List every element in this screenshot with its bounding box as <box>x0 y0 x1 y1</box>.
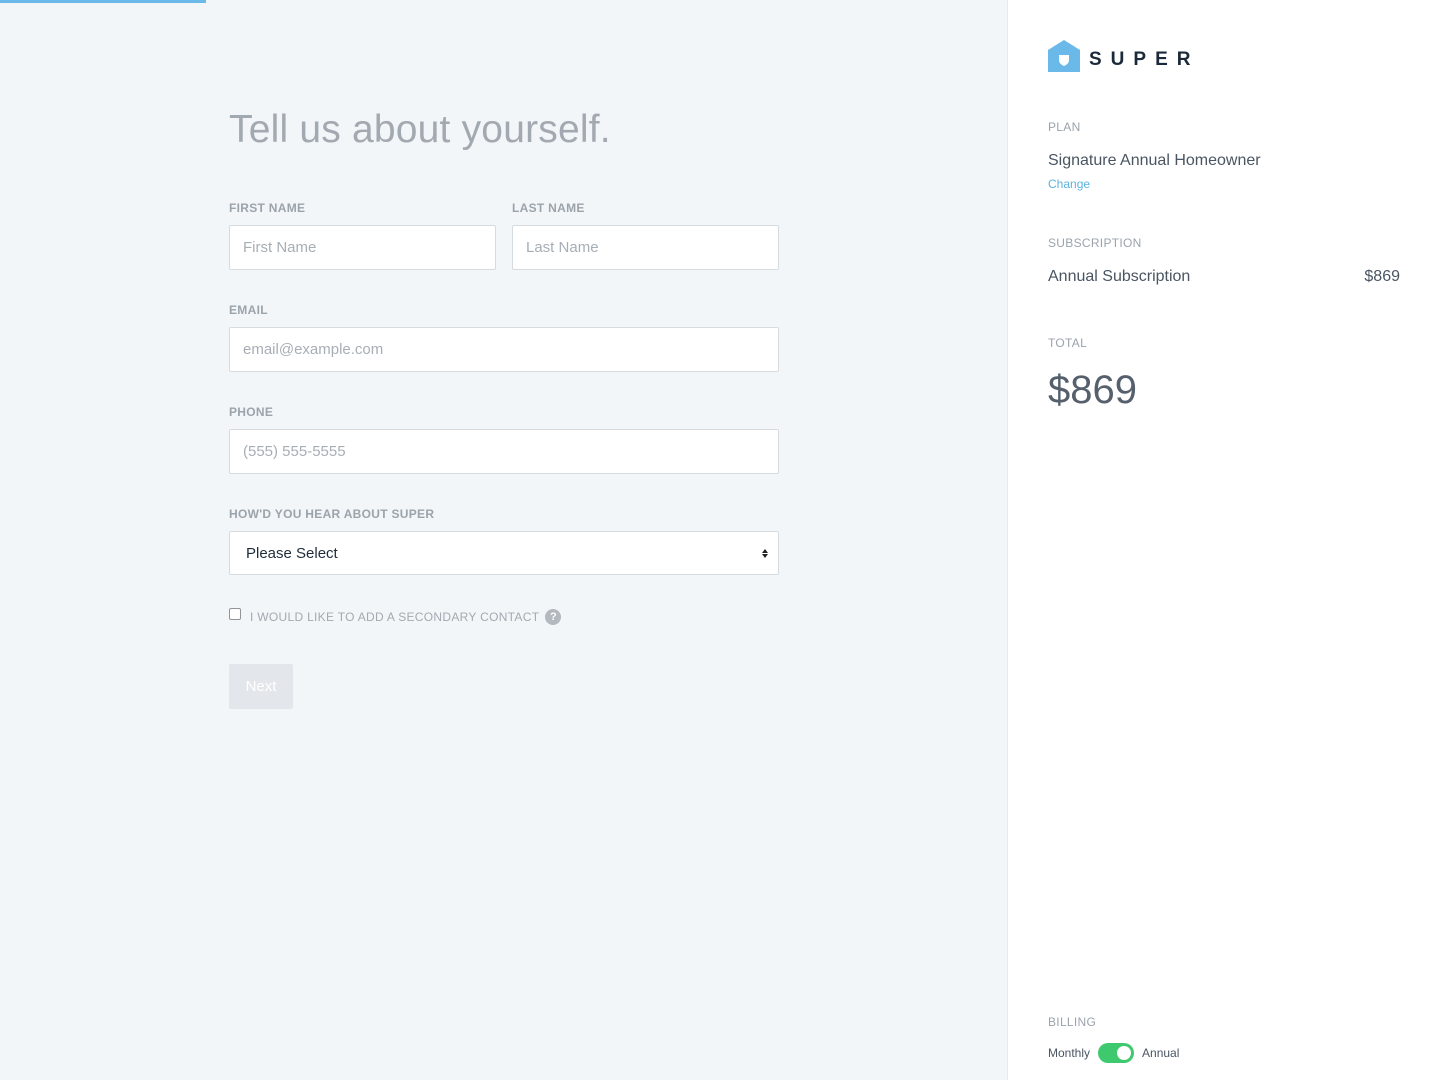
select-arrows-icon <box>762 548 768 558</box>
referral-group: HOW'D YOU HEAR ABOUT SUPER Please Select <box>229 507 779 575</box>
main-form-area: Tell us about yourself. FIRST NAME LAST … <box>0 0 1007 1080</box>
plan-label: PLAN <box>1048 120 1081 134</box>
signup-form: Tell us about yourself. FIRST NAME LAST … <box>229 106 779 709</box>
secondary-contact-row: I WOULD LIKE TO ADD A SECONDARY CONTACT … <box>229 608 779 625</box>
subscription-price: $869 <box>1364 268 1400 285</box>
email-label: EMAIL <box>229 303 268 317</box>
referral-select[interactable]: Please Select <box>229 531 779 575</box>
house-logo-icon <box>1048 40 1080 72</box>
total-value: $869 <box>1048 368 1137 412</box>
phone-input[interactable] <box>229 429 779 474</box>
secondary-contact-label: I WOULD LIKE TO ADD A SECONDARY CONTACT <box>250 610 540 624</box>
billing-annual-label: Annual <box>1142 1046 1180 1060</box>
last-name-label: LAST NAME <box>512 201 585 215</box>
last-name-group: LAST NAME <box>512 201 779 270</box>
first-name-input[interactable] <box>229 225 496 270</box>
billing-toggle[interactable] <box>1098 1043 1135 1063</box>
first-name-group: FIRST NAME <box>229 201 496 270</box>
phone-label: PHONE <box>229 405 274 419</box>
order-summary-sidebar: SUPER PLAN Signature Annual Homeowner Ch… <box>1007 0 1440 1080</box>
help-icon[interactable]: ? <box>545 609 562 625</box>
first-name-label: FIRST NAME <box>229 201 306 215</box>
referral-selected-value: Please Select <box>246 544 338 562</box>
billing-toggle-row: Monthly Annual <box>1048 1043 1179 1063</box>
phone-group: PHONE <box>229 405 779 474</box>
total-label: TOTAL <box>1048 336 1088 350</box>
toggle-knob <box>1117 1046 1132 1060</box>
billing-label: BILLING <box>1048 1015 1097 1029</box>
brand-name: SUPER <box>1089 48 1200 70</box>
plan-name: Signature Annual Homeowner <box>1048 152 1261 169</box>
email-input[interactable] <box>229 327 779 372</box>
next-button[interactable]: Next <box>229 664 293 709</box>
logo: SUPER <box>1048 40 1199 72</box>
page-title: Tell us about yourself. <box>229 108 611 151</box>
secondary-contact-checkbox[interactable] <box>229 608 241 620</box>
subscription-label: SUBSCRIPTION <box>1048 236 1142 250</box>
email-group: EMAIL <box>229 303 779 372</box>
billing-monthly-label: Monthly <box>1048 1046 1091 1060</box>
last-name-input[interactable] <box>512 225 779 270</box>
name-row: FIRST NAME LAST NAME <box>229 201 779 270</box>
referral-label: HOW'D YOU HEAR ABOUT SUPER <box>229 507 435 521</box>
subscription-name: Annual Subscription <box>1048 268 1191 285</box>
change-plan-link[interactable]: Change <box>1048 177 1090 191</box>
